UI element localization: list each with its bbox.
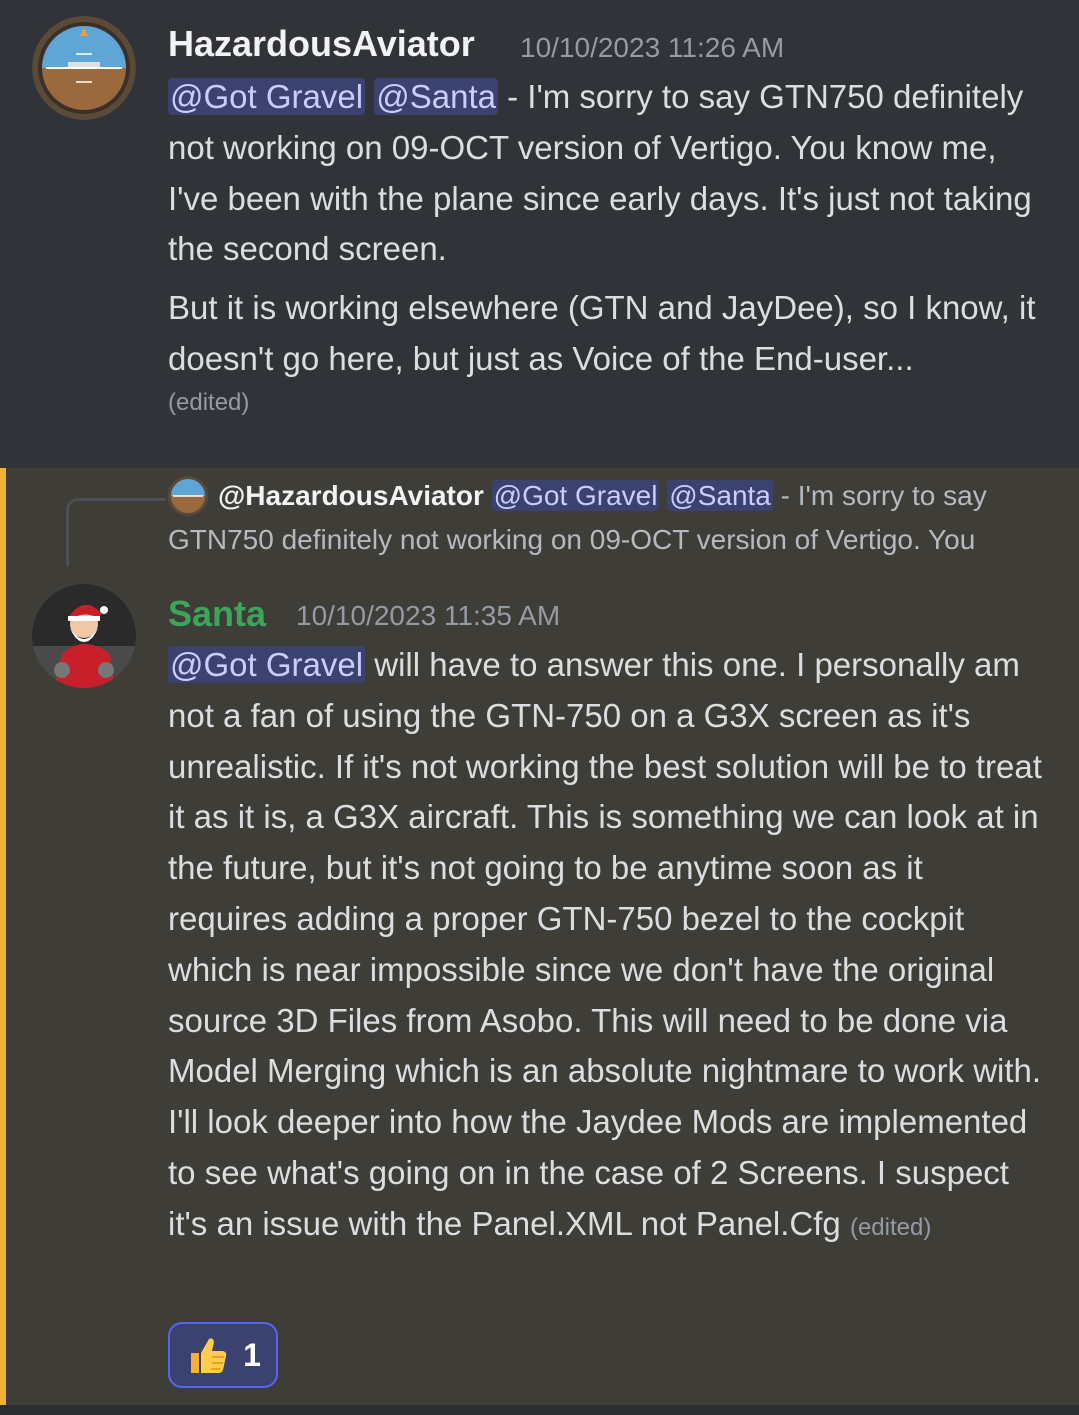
mention-got-gravel[interactable]: @Got Gravel	[168, 78, 366, 115]
reply-username[interactable]: @HazardousAviator	[218, 480, 484, 511]
username-hazardousaviator[interactable]: HazardousAviator	[168, 24, 475, 64]
thumbs-up-icon	[191, 1338, 227, 1373]
mention-santa[interactable]: @Santa	[374, 78, 498, 115]
edited-label: (edited)	[849, 1213, 932, 1241]
avatar-hazardousaviator[interactable]	[32, 16, 136, 120]
reply-preview[interactable]: @HazardousAviator @Got Gravel @Santa - I…	[168, 474, 1048, 562]
username-santa[interactable]: Santa	[168, 594, 266, 634]
reply-connector	[66, 498, 166, 566]
avatar-santa[interactable]	[32, 584, 136, 688]
message-timestamp: 10/10/2023 11:26 AM	[520, 32, 785, 63]
message-text: But it is working elsewhere (GTN and Jay…	[168, 289, 1036, 377]
message-paragraph-1: @Got Gravel @Santa - I'm sorry to say GT…	[168, 72, 1048, 275]
attitude-indicator-icon	[32, 16, 136, 120]
mention-got-gravel[interactable]: @Got Gravel	[491, 480, 660, 511]
bottom-divider	[0, 1405, 1079, 1415]
message-paragraph-2: But it is working elsewhere (GTN and Jay…	[168, 283, 1048, 385]
message-timestamp: 10/10/2023 11:35 AM	[296, 600, 561, 631]
reaction-thumbs-up[interactable]: 1	[168, 1322, 278, 1388]
mention-got-gravel[interactable]: @Got Gravel	[168, 646, 366, 683]
message-content: @Got Gravel will have to answer this one…	[168, 640, 1048, 1254]
mention-santa[interactable]: @Santa	[667, 480, 773, 511]
edited-label: (edited)	[168, 388, 250, 416]
message-text: will have to answer this one. I personal…	[168, 646, 1042, 1242]
message-hazardousaviator: HazardousAviator 10/10/2023 11:26 AM @Go…	[0, 0, 1079, 468]
reaction-count: 1	[243, 1336, 261, 1373]
message-paragraph: @Got Gravel will have to answer this one…	[168, 640, 1048, 1254]
santa-avatar-icon	[32, 584, 136, 688]
mention-highlight-bar	[0, 468, 6, 1405]
message-content: @Got Gravel @Santa - I'm sorry to say GT…	[168, 72, 1048, 421]
